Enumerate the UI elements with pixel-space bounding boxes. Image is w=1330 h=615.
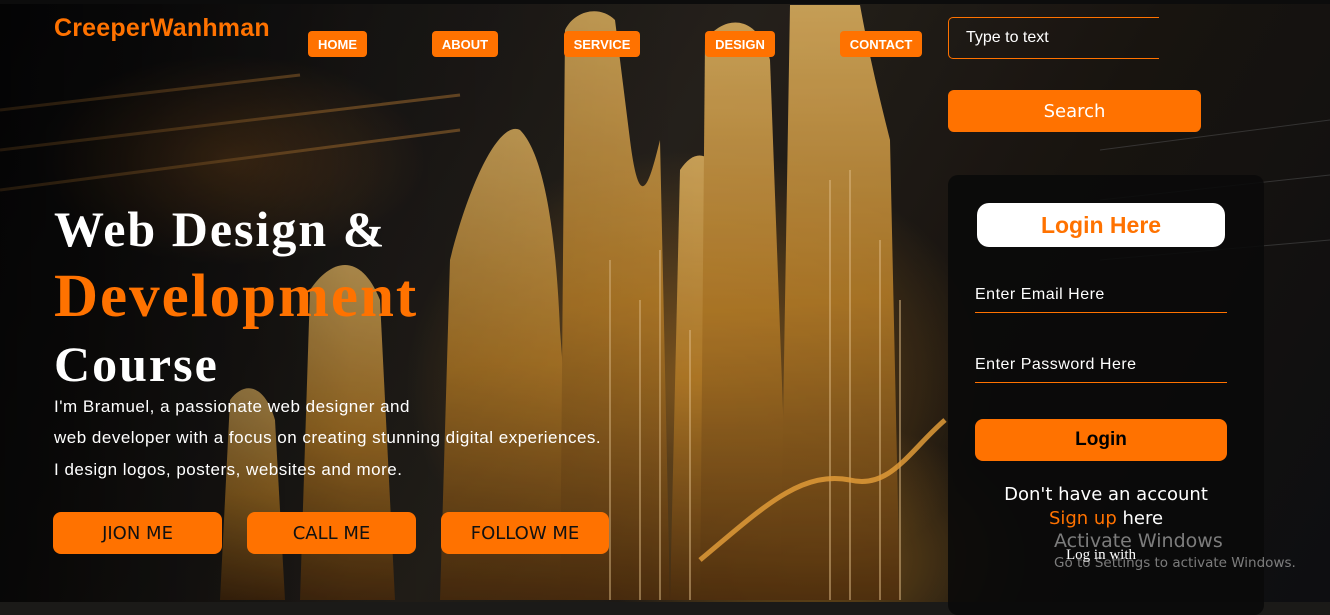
top-strip — [0, 0, 1330, 4]
email-field[interactable]: Enter Email Here — [975, 283, 1227, 313]
hero-title-line-1: Web Design & — [54, 201, 387, 257]
call-me-button[interactable]: CALL ME — [247, 512, 416, 554]
brand-logo[interactable]: CreeperWanhman — [54, 14, 270, 43]
search-input[interactable]: Type to text — [948, 17, 1159, 59]
signup-suffix: here — [1116, 508, 1164, 529]
signup-line: Sign up here — [948, 508, 1264, 529]
nav-service-button[interactable]: SERVICE — [564, 31, 640, 57]
nav-design-button[interactable]: DESIGN — [705, 31, 775, 57]
nav-contact-button[interactable]: CONTACT — [840, 31, 922, 57]
signup-link[interactable]: Sign up — [1049, 508, 1117, 529]
hero-paragraph-line-1: I'm Bramuel, a passionate web designer a… — [54, 397, 410, 416]
hero-paragraph-line-3: I design logos, posters, websites and mo… — [54, 460, 403, 479]
join-me-button[interactable]: JION ME — [53, 512, 222, 554]
search-button[interactable]: Search — [948, 90, 1201, 132]
activate-windows-subtitle: Go to Settings to activate Windows. — [1054, 555, 1296, 571]
activate-windows-title: Activate Windows — [1054, 530, 1223, 552]
password-field[interactable]: Enter Password Here — [975, 353, 1227, 383]
nav-home-button[interactable]: HOME — [308, 31, 367, 57]
no-account-text: Don't have an account — [1004, 484, 1208, 505]
hero-paragraph-line-2: web developer with a focus on creating s… — [54, 428, 602, 447]
hero-title-line-2: Development — [54, 263, 419, 330]
nav-about-button[interactable]: ABOUT — [432, 31, 498, 57]
follow-me-button[interactable]: FOLLOW ME — [441, 512, 609, 554]
login-button[interactable]: Login — [975, 419, 1227, 461]
hero-title-line-3: Course — [54, 336, 219, 392]
login-title: Login Here — [977, 203, 1225, 247]
